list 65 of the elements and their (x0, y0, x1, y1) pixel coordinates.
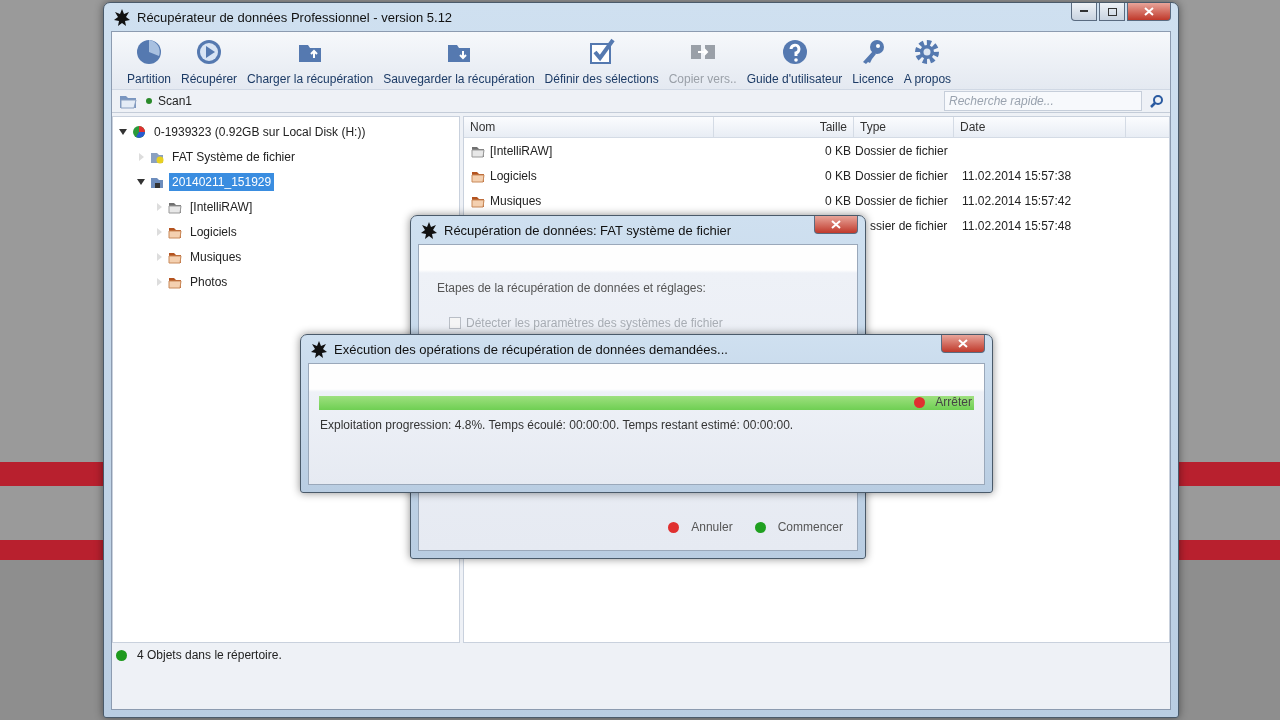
tree-item[interactable]: [IntelliRAW] (187, 197, 256, 216)
help-icon (780, 38, 809, 66)
size-cell: 0 KB (825, 168, 851, 183)
toolbar-button[interactable]: A propos (898, 38, 957, 86)
tree-item[interactable]: Photos (187, 272, 231, 291)
dialog-title: Exécution des opérations de récupération de données demandées... (334, 341, 729, 357)
breadcrumb[interactable]: Scan1 (158, 94, 193, 108)
toolbar-button[interactable]: Partition (122, 38, 177, 86)
tree-item[interactable]: FAT Système de fichier (169, 147, 298, 166)
app-logo-icon (310, 340, 328, 358)
close-icon (831, 220, 841, 229)
maximize-icon (1107, 7, 1117, 16)
column-header[interactable]: Type (854, 117, 954, 137)
type-cell: ssier de fichier (870, 218, 948, 233)
minimize-icon (1080, 10, 1088, 13)
toolbar-button[interactable]: Licence (847, 38, 899, 86)
close-button[interactable] (1127, 3, 1171, 21)
column-header[interactable]: Taille (714, 117, 854, 137)
minimize-button[interactable] (1071, 3, 1097, 21)
toolbar-button[interactable]: Récupérer (176, 38, 243, 86)
toolbar-button[interactable]: Sauvegarder la récupération (378, 38, 540, 86)
stop-button[interactable]: Arrêter (914, 395, 972, 409)
tree-item[interactable]: Musiques (187, 247, 245, 266)
dialog-button[interactable]: Annuler (668, 520, 733, 534)
window-title: Récupérateur de données Professionnel - version 5.12 (137, 9, 454, 25)
pie-chart-icon (135, 38, 163, 66)
type-cell: Dossier de fichier (855, 193, 948, 208)
app-logo-icon (113, 8, 131, 26)
tree-item[interactable]: 0-1939323 (0.92GB sur Local Disk (H:)) (151, 122, 369, 141)
settings-icon (913, 38, 942, 66)
name-cell: [IntelliRAW] (490, 143, 553, 158)
play-icon (195, 38, 224, 66)
status-dot (146, 98, 152, 104)
checkbox-icon (587, 38, 616, 66)
toolbar-button[interactable]: Charger la récupération (242, 38, 379, 86)
tree-item[interactable]: Logiciels (187, 222, 240, 241)
type-cell: Dossier de fichier (855, 168, 948, 183)
name-cell: Logiciels (490, 168, 537, 183)
progress-message: Exploitation progression: 4.8%. Temps écoulé: 00:00:00. Temps restant estimé: 00:00:00. (320, 418, 795, 432)
expanded-arrow-icon[interactable] (119, 127, 127, 136)
disk-icon (131, 123, 147, 140)
section-heading: Etapes de la récupération de données et réglages: (437, 281, 707, 295)
date-cell: 11.02.2014 15:57:38 (962, 168, 1072, 183)
search-field[interactable]: Recherche rapide... (944, 91, 1142, 111)
maximize-button[interactable] (1099, 3, 1125, 21)
toolbar-button[interactable]: Définir des sélections (539, 38, 664, 86)
toolbar-button[interactable]: Guide d'utilisateur (741, 38, 848, 86)
close-icon (958, 339, 968, 348)
close-button[interactable] (941, 335, 985, 353)
search-icon[interactable] (1150, 94, 1164, 108)
expanded-arrow-icon[interactable] (137, 177, 145, 186)
size-cell: 0 KB (825, 143, 851, 158)
type-cell: Dossier de fichier (855, 143, 948, 158)
size-cell: 0 KB (825, 193, 851, 208)
status-text: 4 Objets dans le répertoire. (137, 648, 282, 662)
column-header[interactable]: Nom (464, 117, 714, 137)
column-header[interactable]: Date (954, 117, 1126, 137)
date-cell: 11.02.2014 15:57:42 (962, 193, 1072, 208)
dialog-title: Récupération de données: FAT système de fichier (444, 222, 733, 238)
date-cell: 11.02.2014 15:57:48 (962, 218, 1072, 233)
dialog-button[interactable]: Commencer (754, 520, 843, 534)
close-icon (1144, 7, 1154, 16)
name-cell: Musiques (490, 193, 542, 208)
app-logo-icon (420, 221, 438, 239)
close-button[interactable] (814, 216, 858, 234)
